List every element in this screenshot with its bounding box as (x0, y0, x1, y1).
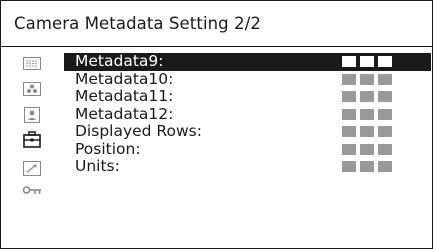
value-block (360, 143, 374, 155)
menu-row-metadata12[interactable]: Metadata12: (64, 104, 431, 124)
menu-row-label: Metadata11: (75, 87, 174, 106)
menu-row-value (342, 108, 392, 120)
value-block (378, 126, 392, 137)
menu-row-label: Units: (75, 157, 120, 176)
value-block (342, 73, 356, 85)
value-block (378, 161, 392, 172)
menu-row-label: Metadata12: (75, 104, 174, 123)
menu-row-label: Position: (75, 139, 141, 158)
page-title: Camera Metadata Setting 2/2 (14, 14, 261, 33)
arrow-icon[interactable] (21, 160, 43, 176)
value-block (342, 161, 356, 172)
menu-row-metadata11[interactable]: Metadata11: (64, 88, 431, 106)
menu-row-value (342, 126, 392, 137)
value-block (378, 143, 392, 155)
menu-row-metadata10[interactable]: Metadata10: (64, 69, 431, 89)
menu-row-displayed-rows[interactable]: Displayed Rows: (64, 123, 431, 141)
menu-row-metadata9[interactable]: Metadata9: (64, 53, 431, 71)
menu-row-label: Metadata9: (75, 52, 164, 71)
menu-row-label: Displayed Rows: (75, 122, 202, 141)
dot-grid-icon[interactable] (21, 55, 43, 71)
value-block (360, 56, 374, 67)
value-block (378, 91, 392, 102)
value-block (342, 91, 356, 102)
title-divider (1, 46, 432, 47)
value-block (378, 56, 392, 67)
shading-icon[interactable] (21, 81, 43, 97)
menu-row-units[interactable]: Units: (64, 158, 431, 176)
menu-row-position[interactable]: Position: (64, 139, 431, 159)
value-block (360, 91, 374, 102)
key-icon[interactable] (21, 183, 43, 199)
metadata-menu-list: Metadata9: Metadata10: Metadata11: Metad… (64, 53, 431, 176)
value-block (360, 108, 374, 120)
value-block (342, 108, 356, 120)
camera-metadata-screen: Camera Metadata Setting 2/2 Metadata9: M… (0, 0, 433, 249)
value-block (378, 108, 392, 120)
menu-row-value (342, 56, 392, 67)
value-block (360, 161, 374, 172)
menu-row-value (342, 143, 392, 155)
value-block (342, 126, 356, 137)
menu-row-label: Metadata10: (75, 69, 174, 88)
value-block (378, 73, 392, 85)
menu-row-value (342, 73, 392, 85)
value-block (360, 126, 374, 137)
menu-row-value (342, 161, 392, 172)
value-block (360, 73, 374, 85)
value-block (342, 143, 356, 155)
menu-row-value (342, 91, 392, 102)
person-icon[interactable] (21, 107, 43, 123)
value-block (342, 56, 356, 67)
toolbox-icon[interactable] (21, 130, 43, 148)
